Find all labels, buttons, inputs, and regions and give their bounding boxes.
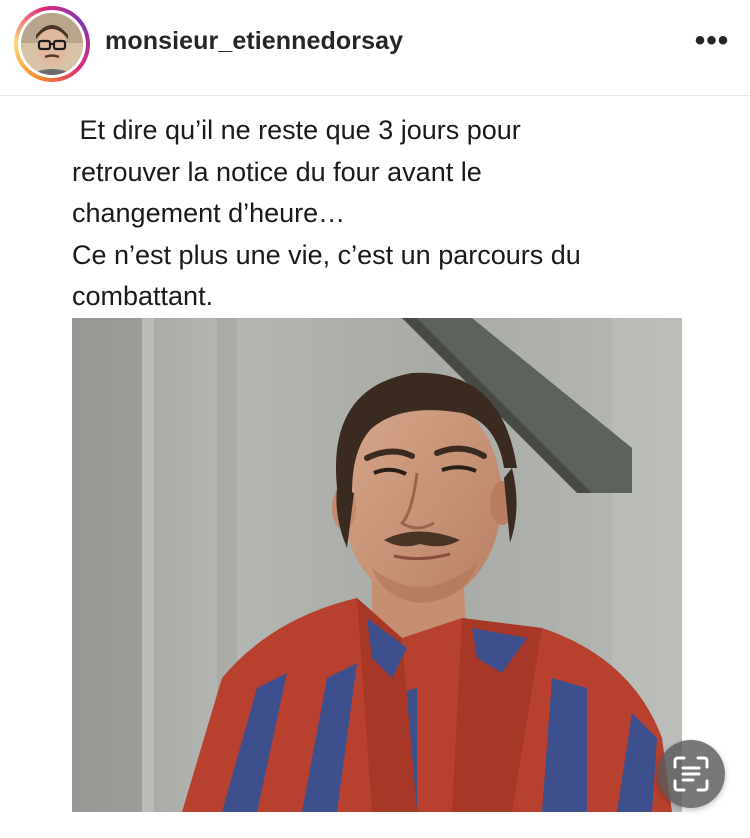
instagram-post: monsieur_etiennedorsay ••• Et dire qu’il…	[0, 0, 750, 838]
story-ring[interactable]	[14, 6, 90, 82]
post-content: Et dire qu’il ne reste que 3 jours pour …	[0, 96, 750, 838]
post-header: monsieur_etiennedorsay •••	[0, 0, 750, 92]
man-in-striped-robe-image	[72, 318, 682, 812]
avatar-image	[21, 13, 83, 75]
post-photo[interactable]	[72, 318, 682, 812]
avatar[interactable]	[21, 13, 83, 75]
more-options-icon[interactable]: •••	[692, 24, 732, 57]
username[interactable]: monsieur_etiennedorsay	[105, 27, 403, 56]
live-text-scan-icon[interactable]	[657, 740, 725, 808]
post-caption: Et dire qu’il ne reste que 3 jours pour …	[72, 115, 581, 311]
